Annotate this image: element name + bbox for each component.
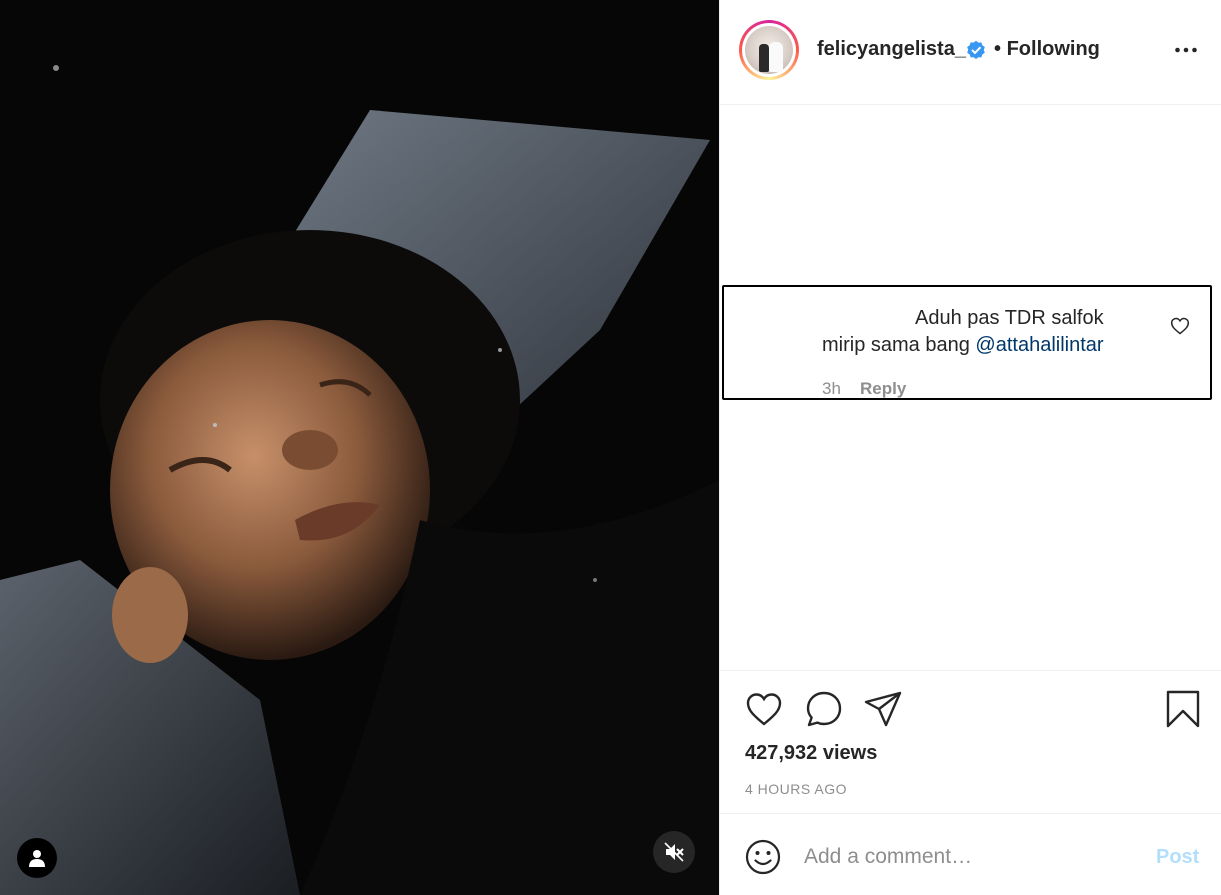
comment-item: Aduh pas TDR salfok mirip sama bang @att… <box>722 285 1212 400</box>
separator-dot: • <box>994 38 1002 60</box>
views-count[interactable]: 427,932 views <box>745 742 877 765</box>
post-timestamp[interactable]: 4 HOURS AGO <box>745 781 847 797</box>
avatar[interactable] <box>739 20 799 80</box>
comment-text-prefix: mirip sama bang <box>822 334 976 356</box>
comment-text-line2: mirip sama bang @attahalilintar <box>822 334 1104 357</box>
comment-input[interactable] <box>804 840 1134 874</box>
comments-list[interactable]: Aduh pas TDR salfok mirip sama bang @att… <box>720 105 1221 670</box>
comment-text-line1: Aduh pas TDR salfok <box>915 307 1104 329</box>
post-header: felicyangelista_ • Following <box>720 0 1221 105</box>
person-icon <box>29 850 45 867</box>
comment-bubble-icon[interactable] <box>804 689 844 729</box>
video-frame <box>0 0 719 895</box>
avatar-image <box>745 26 793 74</box>
username-link[interactable]: felicyangelista_ <box>817 38 966 61</box>
post-side-panel: felicyangelista_ • Following Aduh pas TD… <box>719 0 1221 895</box>
muted-speaker-icon <box>664 842 684 862</box>
comment-like-heart-icon[interactable] <box>1170 316 1190 336</box>
reply-button[interactable]: Reply <box>860 379 906 399</box>
post-comment-button[interactable]: Post <box>1156 846 1199 869</box>
mention-link[interactable]: @attahalilintar <box>975 334 1103 356</box>
tagged-people-button[interactable] <box>17 838 57 878</box>
mute-toggle-button[interactable] <box>653 831 695 873</box>
save-bookmark-icon[interactable] <box>1163 689 1203 729</box>
like-heart-icon[interactable] <box>744 689 784 729</box>
post-viewer: felicyangelista_ • Following Aduh pas TD… <box>0 0 1221 895</box>
share-paper-plane-icon[interactable] <box>863 689 903 729</box>
more-options-icon[interactable] <box>1174 40 1198 60</box>
following-button[interactable]: Following <box>1007 38 1100 60</box>
emoji-smiley-icon[interactable] <box>744 838 782 876</box>
add-comment-bar: Post <box>720 813 1221 895</box>
video-player[interactable] <box>0 0 719 895</box>
comment-timestamp: 3h <box>822 379 841 398</box>
verified-badge-icon <box>967 40 985 59</box>
post-actions: 427,932 views 4 HOURS AGO <box>720 670 1221 813</box>
